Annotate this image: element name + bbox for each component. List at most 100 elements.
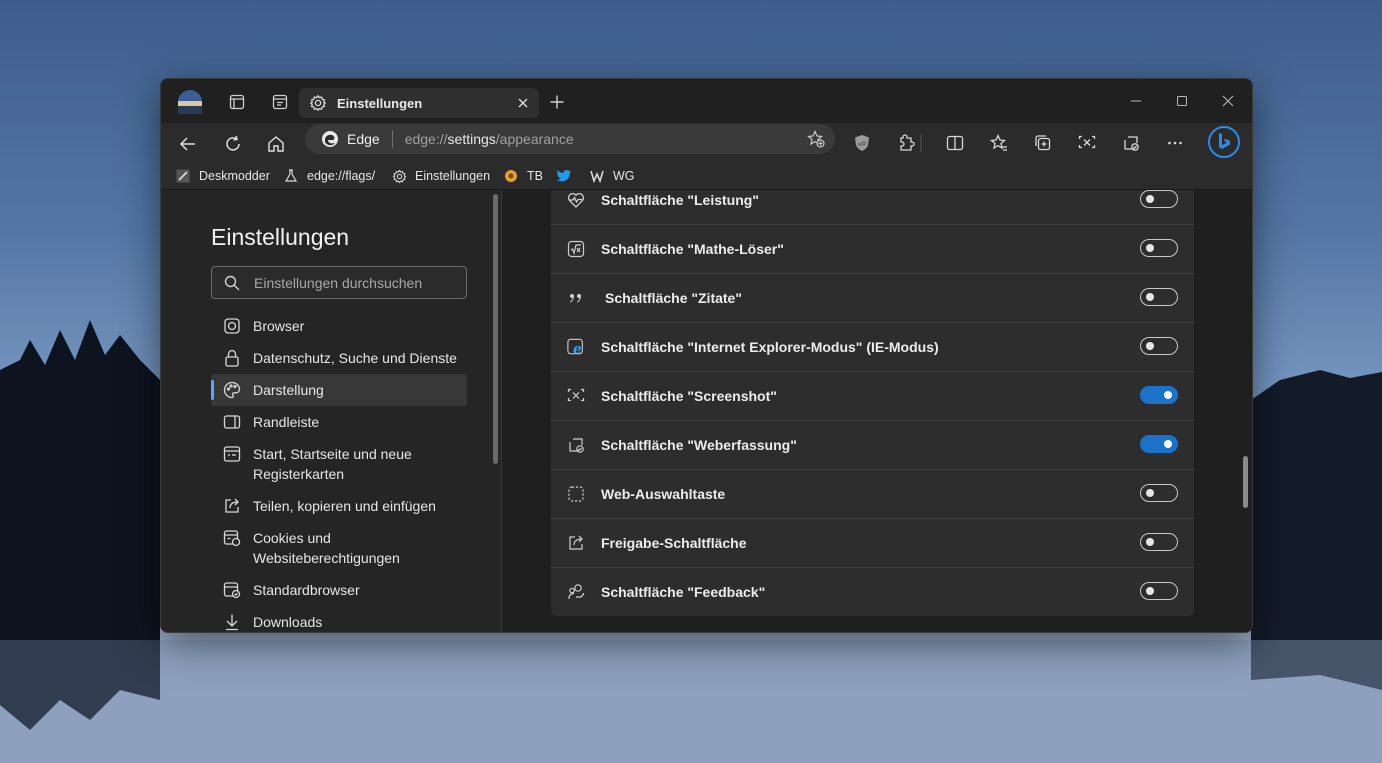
favorite-tb[interactable]: TB	[503, 167, 543, 185]
setting-row-citations: Schaltfläche "Zitate"	[551, 274, 1194, 323]
more-options-icon[interactable]	[1161, 129, 1189, 157]
math-icon	[567, 240, 585, 258]
address-separator	[391, 130, 393, 148]
toggle-screenshot[interactable]	[1140, 386, 1178, 404]
add-favorite-icon[interactable]	[807, 130, 825, 148]
toggle-ie-mode[interactable]	[1140, 337, 1178, 355]
default-browser-icon	[223, 582, 241, 599]
web-select-icon	[567, 485, 585, 503]
toggle-web-capture[interactable]	[1140, 435, 1178, 453]
browser-window: Einstellungen Edge edge://settings/appea…	[160, 78, 1253, 633]
setting-row-math-solver: Schaltfläche "Mathe-Löser"	[551, 225, 1194, 274]
settings-sidebar: Einstellungen Einstellungen durchsuchen …	[161, 190, 502, 632]
favorites-bar: Deskmodder edge://flags/ Einstellungen T…	[161, 163, 1252, 190]
bing-copilot-icon[interactable]	[1207, 125, 1241, 159]
sidebar-item-downloads[interactable]: Downloads	[211, 612, 467, 632]
sidebar-item-privacy[interactable]: Datenschutz, Suche und Dienste	[211, 348, 467, 368]
favorite-einstellungen[interactable]: Einstellungen	[391, 167, 490, 185]
page-title: Einstellungen	[211, 224, 350, 250]
flask-icon	[283, 168, 299, 184]
toggle-web-select[interactable]	[1140, 484, 1178, 502]
sidebar-item-appearance[interactable]: Darstellung	[211, 374, 467, 406]
address-bar[interactable]: Edge edge://settings/appearance	[305, 124, 835, 154]
sidebar-item-sidebar[interactable]: Randleiste	[211, 412, 467, 432]
web-capture-icon	[567, 436, 585, 454]
back-icon[interactable]	[174, 130, 202, 158]
new-tab-icon[interactable]	[544, 89, 570, 115]
twitter-icon	[556, 168, 572, 184]
share-icon	[567, 534, 585, 552]
gear-icon	[391, 168, 407, 184]
maximize-icon[interactable]	[1172, 91, 1192, 111]
split-screen-icon[interactable]	[941, 129, 969, 157]
gear-icon	[309, 94, 327, 112]
extensions-icon[interactable]	[892, 129, 920, 157]
setting-row-performance: Schaltfläche "Leistung"	[551, 190, 1194, 225]
home-icon[interactable]	[262, 130, 290, 158]
download-icon	[226, 614, 238, 631]
pen-icon	[175, 168, 191, 184]
toolbar-divider	[918, 129, 924, 157]
setting-row-screenshot: Schaltfläche "Screenshot"	[551, 372, 1194, 421]
sidebar-item-share[interactable]: Teilen, kopieren und einfügen	[211, 496, 467, 516]
toggle-citations[interactable]	[1140, 288, 1178, 306]
favorite-deskmodder[interactable]: Deskmodder	[175, 167, 270, 185]
favorites-icon[interactable]	[985, 129, 1013, 157]
feedback-icon	[567, 583, 585, 601]
browser-icon	[224, 318, 240, 334]
toolbar: Edge edge://settings/appearance uO	[161, 123, 1252, 163]
sidebar-icon	[223, 415, 241, 429]
minimize-icon[interactable]	[1126, 91, 1146, 111]
web-capture-tool-icon[interactable]	[1117, 129, 1145, 157]
toggle-performance[interactable]	[1140, 190, 1178, 208]
profile-avatar[interactable]	[177, 89, 203, 115]
edge-logo-icon	[322, 131, 338, 147]
toggle-feedback[interactable]	[1140, 582, 1178, 600]
close-window-icon[interactable]	[1218, 91, 1238, 111]
toggle-math-solver[interactable]	[1140, 239, 1178, 257]
sidebar-item-cookies[interactable]: Cookies und Websiteberechtigungen	[211, 528, 467, 568]
quote-icon	[567, 289, 585, 307]
address-edge-label: Edge	[347, 131, 380, 147]
favorite-flags[interactable]: edge://flags/	[283, 167, 375, 185]
tab-actions-icon[interactable]	[267, 89, 293, 115]
setting-row-feedback: Schaltfläche "Feedback"	[551, 568, 1194, 616]
toggle-share[interactable]	[1140, 533, 1178, 551]
search-icon	[224, 275, 240, 290]
title-bar: Einstellungen	[161, 79, 1252, 123]
circle-icon	[503, 168, 519, 184]
share-icon	[225, 498, 239, 513]
svg-text:e: e	[573, 341, 582, 357]
sidebar-item-start[interactable]: Start, Startseite und neue Registerkarte…	[211, 444, 467, 484]
palette-icon	[223, 381, 241, 399]
workspaces-icon[interactable]	[224, 89, 250, 115]
setting-row-ie-mode: e Schaltfläche "Internet Explorer-Modus"…	[551, 323, 1194, 372]
sidebar-scrollbar[interactable]	[493, 194, 498, 464]
ie-icon: e	[567, 338, 585, 357]
tab-settings[interactable]: Einstellungen	[299, 88, 539, 118]
sidebar-item-browser[interactable]: Browser	[211, 316, 467, 336]
svg-text:uO: uO	[858, 142, 866, 148]
close-tab-icon[interactable]	[515, 95, 531, 111]
toolbar-buttons-panel: Schaltfläche "Leistung" Schaltfläche "Ma…	[551, 190, 1194, 616]
favorite-twitter[interactable]	[556, 167, 580, 185]
sidebar-item-default-browser[interactable]: Standardbrowser	[211, 580, 467, 600]
refresh-icon[interactable]	[219, 130, 247, 158]
screenshot-icon	[567, 387, 585, 405]
screenshot-tool-icon[interactable]	[1073, 129, 1101, 157]
home-tabs-icon	[223, 446, 241, 462]
settings-page: Einstellungen Einstellungen durchsuchen …	[161, 190, 1252, 632]
collections-icon[interactable]	[1029, 129, 1057, 157]
content-scrollbar[interactable]	[1243, 456, 1248, 508]
setting-row-web-select: Web-Auswahltaste	[551, 470, 1194, 519]
address-url[interactable]: edge://settings/appearance	[405, 131, 574, 147]
setting-row-share: Freigabe-Schaltfläche	[551, 519, 1194, 568]
lock-icon	[225, 349, 239, 367]
settings-search-input[interactable]: Einstellungen durchsuchen	[211, 266, 467, 299]
cookie-icon	[223, 530, 241, 547]
search-placeholder: Einstellungen durchsuchen	[254, 274, 423, 291]
favorite-wg[interactable]: WG	[589, 167, 635, 185]
wg-icon	[589, 168, 605, 184]
heartbeat-icon	[567, 191, 585, 209]
ublock-icon[interactable]: uO	[848, 129, 876, 157]
